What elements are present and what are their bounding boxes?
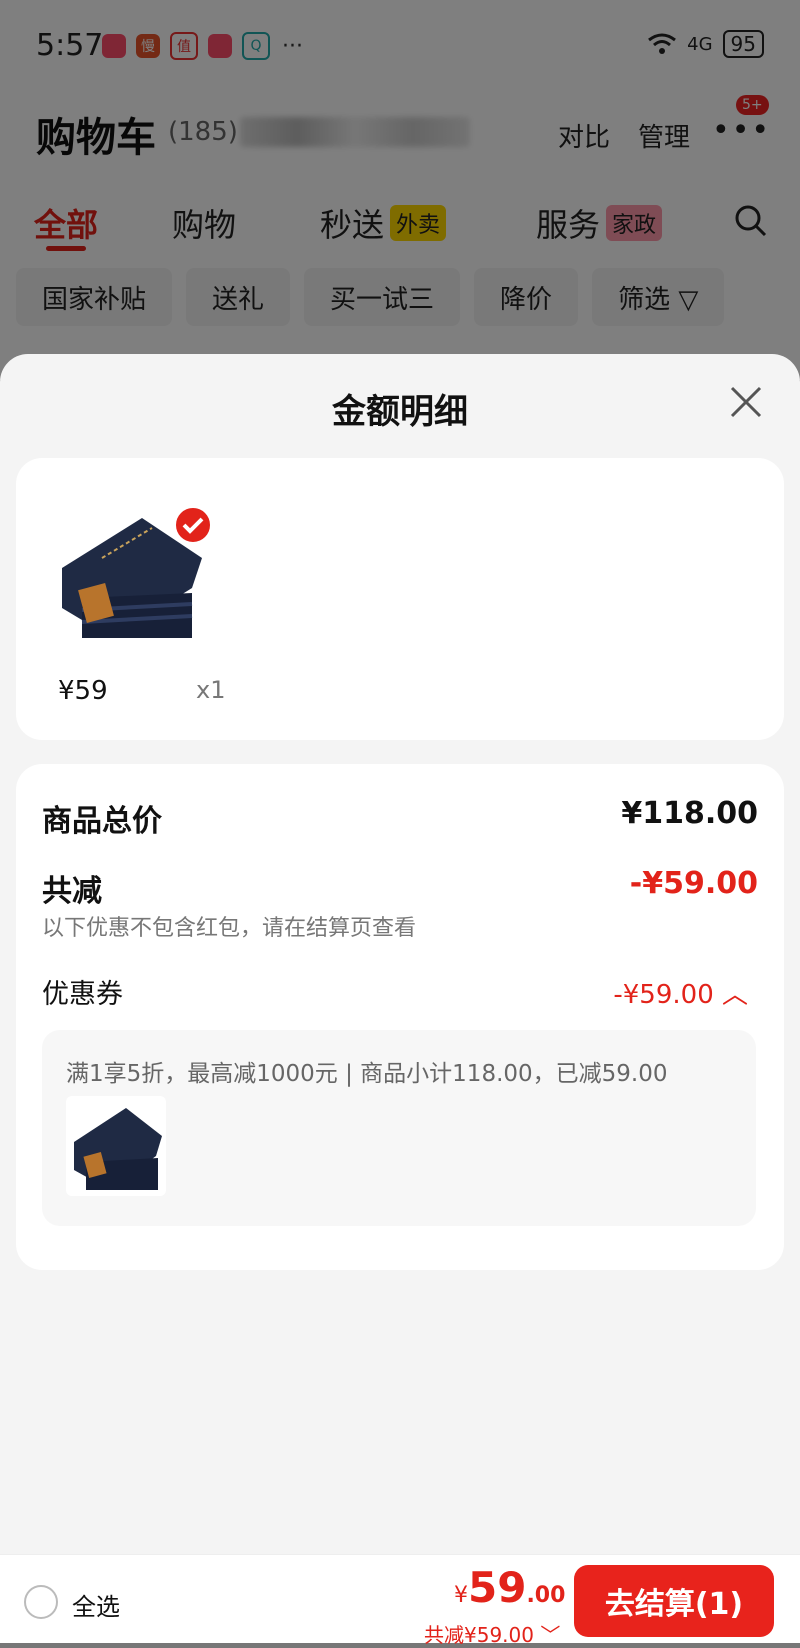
select-all-checkbox[interactable] xyxy=(24,1585,58,1619)
coupon-label: 优惠券 xyxy=(42,979,123,1010)
discount-label: 共减 xyxy=(42,874,102,909)
total-price-integer: 59 xyxy=(468,1563,527,1612)
total-price-decimal: .00 xyxy=(526,1583,566,1608)
goods-total-value: ¥118.00 xyxy=(621,796,758,831)
coupon-product-image xyxy=(66,1096,166,1196)
select-all-label[interactable]: 全选 xyxy=(72,1587,120,1622)
coupon-toggle[interactable]: -¥59.00 ︿ xyxy=(613,974,748,1011)
item-price: ¥59 xyxy=(58,676,108,706)
item-quantity: x1 xyxy=(196,676,226,704)
sheet-title: 金额明细 xyxy=(332,392,468,432)
discount-note: 以下优惠不包含红包，请在结算页查看 xyxy=(42,916,417,941)
total-price-currency: ¥ xyxy=(454,1583,468,1608)
coupon-description: 满1享5折，最高减1000元 | 商品小计118.00，已减59.00 xyxy=(66,1061,668,1087)
selected-check-icon xyxy=(174,506,212,544)
close-icon[interactable] xyxy=(726,382,766,422)
price-summary-card: 商品总价 ¥118.00 共减 -¥59.00 以下优惠不包含红包，请在结算页查… xyxy=(16,764,784,1270)
coupon-detail-box: 满1享5折，最高减1000元 | 商品小计118.00，已减59.00 xyxy=(42,1030,756,1226)
total-discount-toggle[interactable]: 共减¥59.00 ﹀ xyxy=(424,1619,560,1648)
goods-total-label: 商品总价 xyxy=(42,804,162,839)
total-price: ¥59.00 xyxy=(454,1563,565,1612)
checkout-bar: 全选 ¥59.00 共减¥59.00 ﹀ 去结算(1) xyxy=(0,1554,800,1647)
selected-items-card: ¥59 x1 xyxy=(16,458,784,740)
amount-detail-sheet: 金额明细 ¥59 x1 商品总价 ¥118.00 共减 -¥59.00 以下优惠… xyxy=(0,354,800,1554)
discount-value: -¥59.00 xyxy=(629,866,758,901)
checkout-button[interactable]: 去结算(1) xyxy=(574,1565,774,1637)
